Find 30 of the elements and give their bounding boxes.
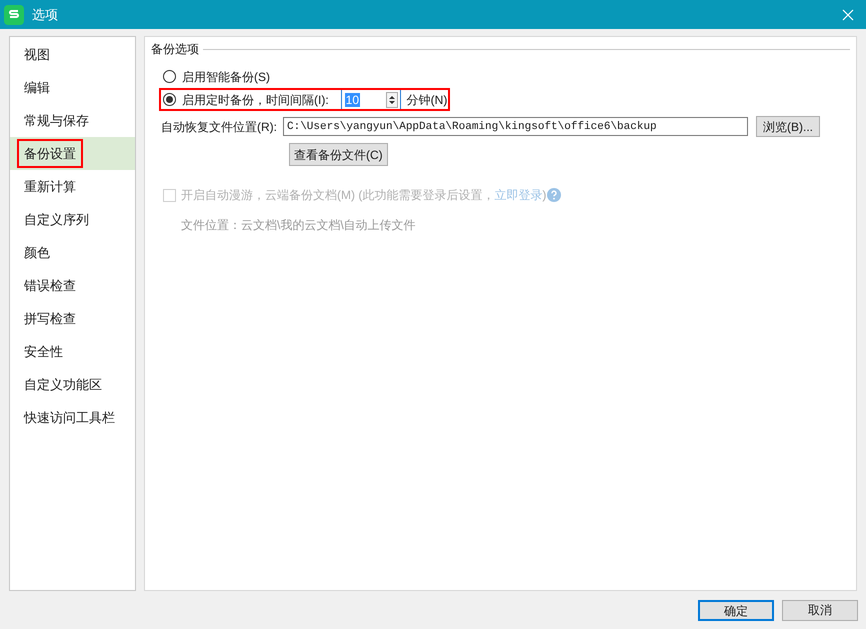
location-label: 自动恢复文件位置(R): bbox=[161, 118, 277, 136]
radio-label: 启用定时备份，时间间隔(I): bbox=[182, 92, 329, 108]
dialog-button[interactable]: 确定 bbox=[698, 600, 774, 620]
sidebar-item[interactable]: 自定义序列 bbox=[10, 203, 135, 236]
view-backup-button[interactable]: 查看备份文件(C) bbox=[289, 143, 388, 166]
app-logo-icon bbox=[4, 4, 24, 24]
sidebar-item[interactable]: 颜色 bbox=[10, 236, 135, 269]
sidebar-item[interactable]: 错误检查 bbox=[10, 269, 135, 302]
cloud-option-text: 开启自动漫游，云端备份文档(M) (此功能需要登录后设置，立即登录) bbox=[181, 187, 546, 204]
interval-unit: 分钟(N) bbox=[406, 92, 448, 108]
dialog-button[interactable]: 取消 bbox=[782, 600, 858, 620]
radio-button[interactable] bbox=[163, 93, 176, 106]
group-title: 备份选项 bbox=[151, 41, 199, 58]
sidebar-item[interactable]: 快速访问工具栏 bbox=[10, 401, 135, 434]
location-field[interactable]: C:\Users\yangyun\AppData\Roaming\kingsoft\office6\backup bbox=[283, 117, 748, 136]
close-icon bbox=[842, 8, 854, 20]
sidebar-item[interactable]: 编辑 bbox=[10, 71, 135, 104]
sidebar-item[interactable]: 备份设置 bbox=[10, 137, 135, 170]
spin-arrows-icon[interactable] bbox=[386, 92, 398, 108]
radio-button[interactable] bbox=[163, 70, 176, 83]
window-title: 选项 bbox=[32, 6, 58, 24]
radio-label: 启用智能备份(S) bbox=[182, 68, 270, 86]
sidebar-item[interactable]: 视图 bbox=[10, 38, 135, 71]
cloud-location-text: 文件位置：云文档\我的云文档\自动上传文件 bbox=[181, 217, 417, 234]
sidebar-item[interactable]: 拼写检查 bbox=[10, 302, 135, 335]
sidebar-item[interactable]: 安全性 bbox=[10, 335, 135, 368]
browse-button[interactable]: 浏览(B)... bbox=[756, 116, 820, 137]
sidebar-item[interactable]: 常规与保存 bbox=[10, 104, 135, 137]
sidebar-item[interactable]: 重新计算 bbox=[10, 170, 135, 203]
sidebar-item[interactable]: 自定义功能区 bbox=[10, 368, 135, 401]
